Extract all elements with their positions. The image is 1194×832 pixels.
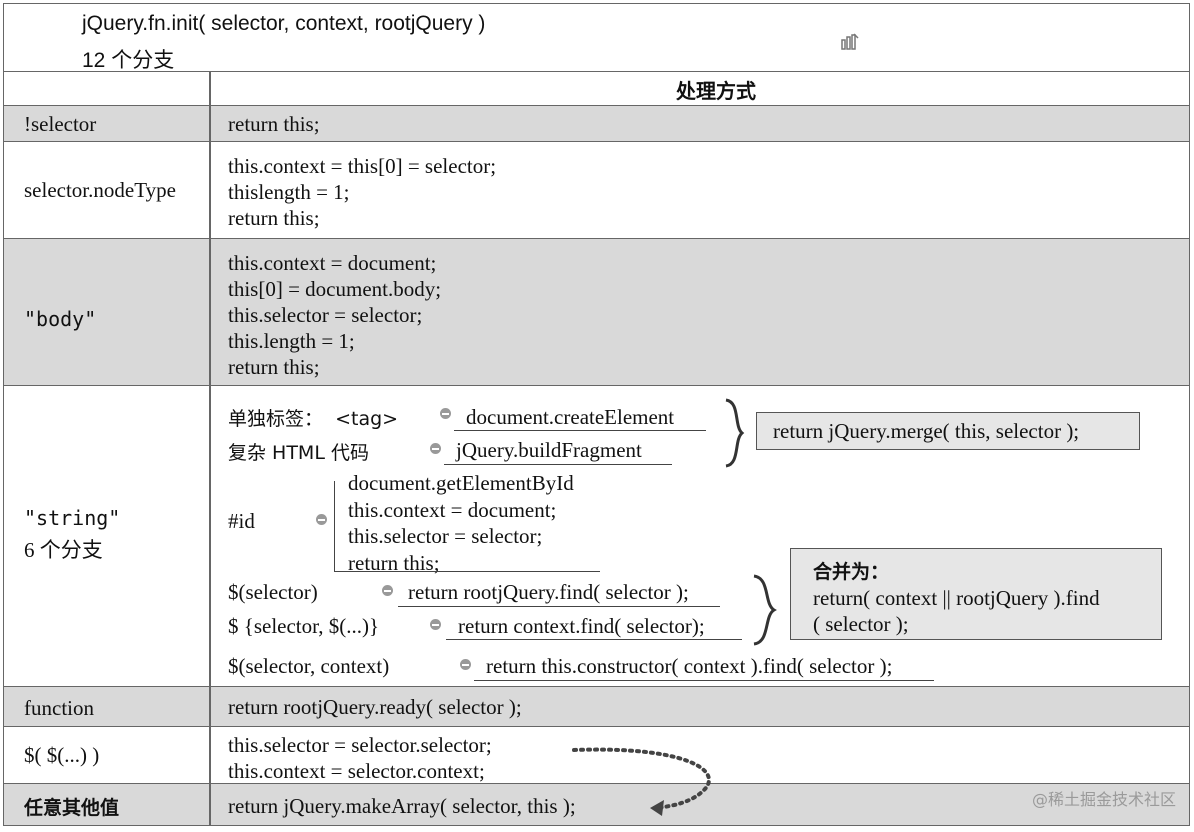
- dotted-arrow-icon: [572, 747, 711, 816]
- watermark: @稀土掘金技术社区: [1031, 790, 1176, 809]
- create-element-code: document.createElement: [466, 405, 675, 429]
- complex-html-label: 复杂 HTML 代码: [228, 442, 369, 464]
- table-row: "string" 6 个分支 单独标签： <tag> document.crea…: [4, 386, 1189, 687]
- branch-count: 12 个分支: [82, 49, 175, 72]
- selector-context-label: $(selector, context): [228, 654, 390, 678]
- table-header: jQuery.fn.init( selector, context, rootj…: [4, 4, 1189, 72]
- table-row: "body" this.context = document; this[0] …: [4, 239, 1189, 386]
- row-code: this.context = this[0] = selector; thisl…: [228, 154, 497, 230]
- row-label: selector.nodeType: [24, 178, 176, 202]
- chart-icon[interactable]: [840, 32, 860, 52]
- table-row: function return rootjQuery.ready( select…: [4, 687, 1189, 727]
- row-label: !selector: [24, 112, 97, 136]
- minus-circle-icon: [430, 443, 441, 454]
- root-find-code: return rootjQuery.find( selector );: [408, 580, 689, 604]
- row-label: "string": [24, 506, 121, 530]
- row-code: this.selector = selector.selector; this.…: [228, 733, 492, 783]
- row-label: "body": [24, 307, 97, 331]
- row-code: return rootjQuery.ready( selector );: [228, 695, 522, 719]
- id-code: document.getElementById this.context = d…: [348, 471, 574, 575]
- selector-label: $(selector): [228, 580, 318, 604]
- minus-circle-icon: [430, 619, 441, 630]
- table-row: selector.nodeType this.context = this[0]…: [4, 142, 1189, 239]
- merge-result-code: return jQuery.merge( this, selector );: [773, 419, 1080, 443]
- function-signature: jQuery.fn.init( selector, context, rootj…: [82, 12, 486, 35]
- table-frame: jQuery.fn.init( selector, context, rootj…: [3, 3, 1190, 826]
- connector-line: [334, 481, 335, 571]
- row-sublabel: 6 个分支: [24, 538, 103, 562]
- build-fragment-code: jQuery.buildFragment: [456, 438, 642, 462]
- column-header: 处理方式: [676, 79, 756, 103]
- column-header-row: 处理方式: [4, 72, 1189, 106]
- selector-jquery-label: $ {selector, $(...)}: [228, 614, 380, 638]
- row-code: return jQuery.makeArray( selector, this …: [228, 794, 576, 818]
- connector-line: [446, 639, 742, 640]
- column-divider: [209, 72, 211, 825]
- brace-icon: [725, 398, 745, 468]
- table-row: !selector return this;: [4, 106, 1189, 142]
- minus-circle-icon: [382, 585, 393, 596]
- combined-title: 合并为：: [813, 561, 890, 583]
- minus-circle-icon: [440, 408, 451, 419]
- combined-box: 合并为： return( context || rootjQuery ).fin…: [790, 548, 1162, 640]
- connector-line: [474, 680, 934, 681]
- combined-code: return( context || rootjQuery ).find ( s…: [813, 586, 1100, 636]
- connector-line: [444, 464, 672, 465]
- id-label: #id: [228, 509, 255, 533]
- minus-circle-icon: [316, 514, 327, 525]
- minus-circle-icon: [460, 659, 471, 670]
- row-label: $( $(...) ): [24, 743, 100, 767]
- row-label: 任意其他值: [24, 797, 120, 819]
- connector-line: [454, 430, 706, 431]
- row-code: return this;: [228, 112, 320, 136]
- connector-line: [398, 606, 720, 607]
- row-code: this.context = document; this[0] = docum…: [228, 251, 442, 379]
- merge-result-box: return jQuery.merge( this, selector );: [756, 412, 1140, 450]
- brace-icon: [753, 574, 777, 646]
- row-label: function: [24, 696, 94, 720]
- context-find-code: return context.find( selector);: [458, 614, 705, 638]
- connector-line: [334, 571, 600, 572]
- single-tag-label: 单独标签： <tag>: [228, 408, 399, 430]
- constructor-find-code: return this.constructor( context ).find(…: [486, 654, 893, 678]
